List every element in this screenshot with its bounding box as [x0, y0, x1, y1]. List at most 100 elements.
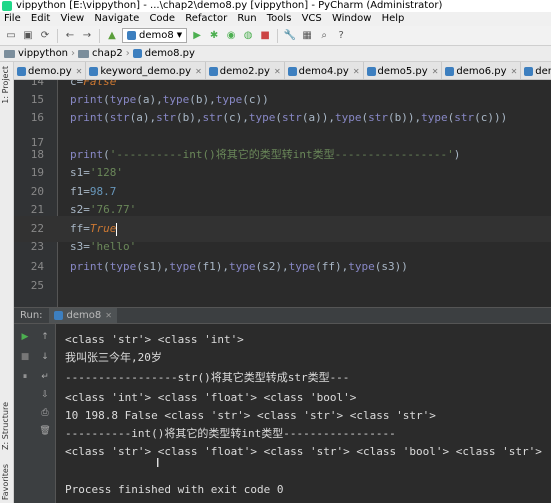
toolbar-divider — [99, 28, 100, 43]
menu-edit[interactable]: Edit — [31, 13, 50, 24]
scroll-up-icon[interactable]: ↑ — [38, 330, 52, 344]
pause-icon[interactable]: ⏸ — [18, 370, 32, 384]
run-config-select[interactable]: demo8 ▼ — [122, 28, 188, 43]
open-folder-icon[interactable]: ▭ — [4, 29, 18, 43]
run-panel-header: Run: demo8 ✕ — [14, 307, 551, 324]
line-number: 16 — [30, 111, 44, 124]
left-tool-strip: 1: Project Z: Structure 2: Favorites — [0, 62, 14, 503]
console-line: -----------------str()将其它类型转成str类型--- — [65, 371, 350, 384]
print-icon[interactable]: ⎙ — [38, 406, 52, 420]
run-tab-demo8[interactable]: demo8 ✕ — [48, 308, 117, 323]
profile-icon[interactable]: ◍ — [241, 29, 255, 43]
run-icon[interactable]: ▶ — [190, 29, 204, 43]
editor-tabs: demo.py ✕ keyword_demo.py ✕ demo2.py ✕ demo… — [14, 62, 551, 80]
tab-label: demo7.py — [535, 65, 551, 77]
code-text: print(str(a),str(b),str(c),type(str(a)),… — [70, 111, 508, 124]
close-icon[interactable]: ✕ — [195, 63, 202, 80]
console-line: 10 198.8 False <class 'str'> <class 'str… — [65, 409, 436, 422]
python-file-icon — [287, 66, 297, 76]
tab-demo2[interactable]: demo2.py ✕ — [206, 62, 285, 80]
favorites-tool-button[interactable]: 2: Favorites — [1, 464, 10, 503]
menu-help[interactable]: Help — [382, 13, 405, 24]
close-icon[interactable]: ✕ — [353, 63, 360, 80]
structure-tool-button[interactable]: Z: Structure — [1, 402, 10, 450]
tab-keyword-demo[interactable]: keyword_demo.py ✕ — [86, 62, 206, 80]
code-editor[interactable]: 14 c=False 15 print(type(a),type(b),type… — [14, 80, 551, 307]
build-icon[interactable]: ▲ — [105, 29, 119, 43]
settings-icon[interactable]: 🔧 — [283, 29, 297, 43]
tab-demo4[interactable]: demo4.py ✕ — [285, 62, 364, 80]
debug-icon[interactable]: ✱ — [207, 29, 221, 43]
menu-vcs[interactable]: VCS — [302, 13, 322, 24]
python-file-icon — [445, 66, 455, 76]
scroll-to-end-icon[interactable]: ⇩ — [38, 388, 52, 402]
search-icon[interactable]: ⌕ — [317, 29, 331, 43]
console-toolbar: ▶ ↑ ■ ↓ ⏸ ↵ ⇩ ⎙ 🗑 — [14, 324, 56, 503]
close-icon[interactable]: ✕ — [432, 63, 439, 80]
breadcrumb-file[interactable]: demo8.py — [145, 46, 195, 61]
clear-all-icon[interactable]: 🗑 — [38, 424, 52, 438]
save-all-icon[interactable]: ▣ — [21, 29, 35, 43]
menu-refactor[interactable]: Refactor — [185, 13, 227, 24]
python-file-icon — [17, 66, 26, 76]
tab-label: demo2.py — [219, 65, 270, 77]
main-toolbar: ▭ ▣ ⟳ ← → ▲ demo8 ▼ ▶ ✱ ◉ ◍ ■ 🔧 ▦ ⌕ ? — [0, 26, 551, 46]
tab-demo6[interactable]: demo6.py ✕ — [442, 62, 522, 80]
close-icon[interactable]: ✕ — [105, 311, 112, 320]
python-file-icon — [127, 31, 136, 40]
window-title: vippython [E:\vippython] - ...\chap2\dem… — [16, 0, 443, 11]
tab-demo[interactable]: demo.py ✕ — [14, 62, 87, 80]
menu-file[interactable]: File — [4, 13, 21, 24]
code-line[interactable]: 25 — [14, 273, 551, 299]
tab-label: demo.py — [28, 65, 72, 77]
tab-label: keyword_demo.py — [100, 65, 192, 77]
python-file-icon — [132, 49, 142, 58]
menu-navigate[interactable]: Navigate — [94, 13, 139, 24]
console-line: <class 'str'> <class 'int'> — [65, 333, 244, 346]
console-line: ----------int()将其它的类型转int类型-------------… — [65, 427, 396, 440]
stop-icon[interactable]: ■ — [18, 350, 32, 364]
mouse-cursor-icon: I — [156, 456, 160, 470]
menu-tools[interactable]: Tools — [267, 13, 292, 24]
run-tab-label: demo8 — [66, 310, 102, 321]
breadcrumb-folder[interactable]: chap2 — [92, 46, 123, 61]
close-icon[interactable]: ✕ — [274, 63, 281, 80]
menu-code[interactable]: Code — [149, 13, 175, 24]
folder-icon — [78, 49, 90, 58]
close-icon[interactable]: ✕ — [511, 63, 518, 80]
sdk-icon[interactable]: ▦ — [300, 29, 314, 43]
project-tool-button[interactable]: 1: Project — [1, 66, 10, 104]
sync-icon[interactable]: ⟳ — [38, 29, 52, 43]
python-file-icon — [53, 311, 63, 320]
stop-icon[interactable]: ■ — [258, 29, 272, 43]
close-icon[interactable]: ✕ — [76, 63, 83, 80]
back-icon[interactable]: ← — [63, 29, 77, 43]
console-line: <class 'str'> <class 'float'> <class 'st… — [65, 445, 542, 458]
console-line: Process finished with exit code 0 — [65, 483, 284, 496]
scroll-down-icon[interactable]: ↓ — [38, 350, 52, 364]
forward-icon[interactable]: → — [80, 29, 94, 43]
tab-label: demo6.py — [456, 65, 507, 77]
line-number: 25 — [30, 279, 44, 292]
rerun-icon[interactable]: ▶ — [18, 330, 32, 344]
console-line: 我叫张三今年,20岁 — [65, 351, 162, 364]
toolbar-divider — [57, 28, 58, 43]
menu-bar: File Edit View Navigate Code Refactor Ru… — [0, 12, 551, 26]
breadcrumb-project[interactable]: vippython — [18, 46, 68, 61]
help-icon[interactable]: ? — [334, 29, 348, 43]
python-file-icon — [366, 66, 376, 76]
run-config-label: demo8 — [139, 30, 174, 41]
menu-view[interactable]: View — [60, 13, 84, 24]
menu-run[interactable]: Run — [237, 13, 256, 24]
run-console[interactable]: ▶ ↑ ■ ↓ ⏸ ↵ ⇩ ⎙ 🗑 <class 'str'> <class '… — [14, 324, 551, 503]
chevron-down-icon: ▼ — [176, 31, 183, 39]
tab-demo7[interactable]: demo7.py✕ — [521, 62, 551, 79]
toolbar-divider — [277, 28, 279, 43]
code-line[interactable]: 16 print(str(a),str(b),str(c),type(str(a… — [14, 105, 551, 131]
console-line: <class 'int'> <class 'float'> <class 'bo… — [65, 391, 357, 404]
tab-demo5[interactable]: demo5.py ✕ — [364, 62, 443, 80]
soft-wrap-icon[interactable]: ↵ — [38, 370, 52, 384]
menu-window[interactable]: Window — [332, 13, 371, 24]
breadcrumb-separator-icon: › — [125, 48, 130, 59]
coverage-icon[interactable]: ◉ — [224, 29, 238, 43]
